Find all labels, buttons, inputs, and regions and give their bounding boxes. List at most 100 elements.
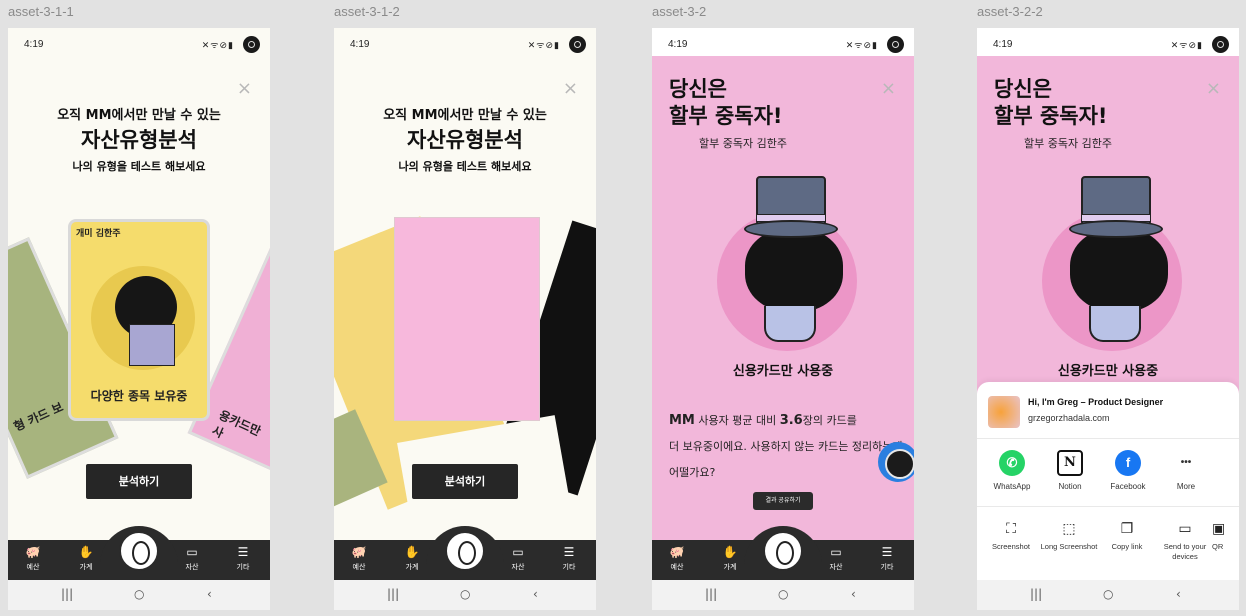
share-app-label: WhatsApp [993, 482, 1031, 491]
share-app-more[interactable]: ••• More [1158, 450, 1214, 492]
recents-icon[interactable]: ||| [1030, 587, 1042, 601]
nav-item-label: 예산 [352, 563, 366, 571]
result-label: 신용카드만 사용중 [732, 364, 834, 379]
nav-item-household[interactable]: ✋ 가계 [713, 544, 747, 572]
long-screenshot-icon: ⬚ [1062, 520, 1076, 536]
nav-item-etc[interactable]: ☰ 기타 [552, 544, 586, 572]
close-icon[interactable]: × [563, 78, 578, 99]
hand-coin-icon: ✋ [78, 545, 94, 559]
camera-icon [887, 36, 904, 53]
share-result-button[interactable]: 결과 공유하기 [753, 492, 813, 510]
nav-item-label: 기타 [236, 563, 250, 571]
desc-count: 3.6 [779, 413, 803, 428]
share-tool-label: Screenshot [992, 542, 1030, 551]
hand-coin-icon: ✋ [722, 545, 738, 559]
center-coin-button[interactable] [119, 531, 159, 571]
transition-card-pink [394, 217, 540, 421]
nav-item-household[interactable]: ✋ 가계 [395, 544, 429, 572]
hat-brim-illustration [744, 220, 838, 238]
system-nav-bar: ||| ○ ‹ [334, 580, 596, 610]
nav-item-label: 기타 [562, 563, 576, 571]
desc-brand: MM [669, 413, 695, 428]
share-app-notion[interactable]: N Notion [1042, 450, 1098, 492]
status-bar: 4:19 ✕ᯤ⊘▮ [977, 28, 1239, 56]
result-title-line1: 당신은 [669, 77, 727, 101]
frame-label: asset-3-1-2 [334, 4, 400, 19]
share-app-whatsapp[interactable]: ✆ WhatsApp [984, 450, 1040, 492]
share-app-facebook[interactable]: f Facebook [1100, 450, 1156, 492]
nav-item-assets[interactable]: ▭ 자산 [175, 544, 209, 572]
intro-subtitle: 나의 유형을 테스트 해보세요 [72, 160, 206, 173]
type-card-main[interactable]: 개미 김한주 다양한 종목 보유중 [68, 219, 210, 421]
nav-item-assets[interactable]: ▭ 자산 [501, 544, 535, 572]
status-time: 4:19 [24, 39, 44, 50]
page-title: 자산유형분석 [81, 128, 197, 152]
piggy-bank-icon: 🐖 [351, 545, 367, 559]
home-icon[interactable]: ○ [134, 587, 144, 601]
share-tool-label: QR [1212, 542, 1224, 551]
back-icon[interactable]: ‹ [207, 587, 212, 601]
nav-item-label: 기타 [880, 563, 894, 571]
character-illustration [745, 228, 843, 312]
home-icon[interactable]: ○ [1103, 587, 1113, 601]
share-tool-send-devices[interactable]: ▭ Send to your devices [1154, 518, 1216, 562]
center-coin-button[interactable] [763, 531, 803, 571]
camera-icon [1212, 36, 1229, 53]
home-icon[interactable]: ○ [778, 587, 788, 601]
intro-subtitle: 나의 유형을 테스트 해보세요 [398, 160, 532, 173]
recents-icon[interactable]: ||| [61, 587, 73, 601]
nav-item-etc[interactable]: ☰ 기타 [870, 544, 904, 572]
share-tool-label: Long Screenshot [1040, 542, 1098, 551]
page-title: 자산유형분석 [407, 128, 523, 152]
home-icon[interactable]: ○ [460, 587, 470, 601]
share-link-url: grzegorzhadala.com [1028, 413, 1110, 423]
analyze-button[interactable]: 분석하기 [412, 464, 518, 499]
nav-item-budget[interactable]: 🐖 예산 [16, 544, 50, 572]
nav-item-budget[interactable]: 🐖 예산 [660, 544, 694, 572]
share-tool-label: Copy link [1111, 542, 1143, 551]
piggy-bank-icon: 🐖 [25, 545, 41, 559]
recents-icon[interactable]: ||| [705, 587, 717, 601]
nav-item-label: 예산 [670, 563, 684, 571]
result-user-name: 할부 중독자 김한주 [699, 137, 787, 150]
nav-item-label: 가계 [405, 563, 419, 571]
nav-item-etc[interactable]: ☰ 기타 [226, 544, 260, 572]
share-tool-copy-link[interactable]: ❐ Copy link [1096, 518, 1158, 552]
result-title: 당신은 할부 중독자! [994, 76, 1108, 130]
card-character-name: 개미 김한주 [76, 229, 121, 239]
share-tool-long-screenshot[interactable]: ⬚ Long Screenshot [1038, 518, 1100, 552]
close-icon[interactable]: × [1206, 78, 1221, 99]
back-icon[interactable]: ‹ [1176, 587, 1181, 601]
nav-item-household[interactable]: ✋ 가계 [69, 544, 103, 572]
nav-item-budget[interactable]: 🐖 예산 [342, 544, 376, 572]
result-title-line2: 할부 중독자! [994, 104, 1108, 128]
character-legs-illustration [764, 306, 816, 342]
back-icon[interactable]: ‹ [533, 587, 538, 601]
share-tool-screenshot[interactable]: ⛶ Screenshot [980, 518, 1042, 552]
status-icons: ✕ᯤ⊘▮ [1170, 40, 1203, 50]
menu-icon: ☰ [881, 545, 893, 559]
frame-label: asset-3-2-2 [977, 4, 1043, 19]
center-coin-button[interactable] [445, 531, 485, 571]
back-icon[interactable]: ‹ [851, 587, 856, 601]
status-time: 4:19 [668, 39, 688, 50]
recents-icon[interactable]: ||| [387, 587, 399, 601]
analyze-button[interactable]: 분석하기 [86, 464, 192, 499]
nav-item-assets[interactable]: ▭ 자산 [819, 544, 853, 572]
frame-label: asset-3-1-1 [8, 4, 74, 19]
nav-item-label: 자산 [511, 563, 525, 571]
phone-screen-intro-transition: 4:19 ✕ᯤ⊘▮ × 오직 MM에서만 만날 수 있는 자산유형분석 나의 유… [334, 28, 596, 610]
desc-text: 사용자 평균 대비 [694, 414, 780, 427]
nav-item-label: 가계 [79, 563, 93, 571]
close-icon[interactable]: × [881, 78, 896, 99]
frame-label: asset-3-2 [652, 4, 707, 19]
share-tool-qr[interactable]: ▣ QR [1212, 518, 1239, 552]
status-icons: ✕ᯤ⊘▮ [527, 40, 560, 50]
wallet-icon: ▭ [512, 545, 524, 559]
floating-avatar-button[interactable] [878, 442, 914, 482]
intro-pre-title: 오직 MM에서만 만날 수 있는 [57, 108, 221, 123]
notion-icon: N [1057, 450, 1083, 476]
bottom-navbar: 🐖 예산 ✋ 가계 ▭ 자산 ☰ 기타 [652, 526, 914, 580]
result-title: 당신은 할부 중독자! [669, 76, 783, 130]
close-icon[interactable]: × [237, 78, 252, 99]
